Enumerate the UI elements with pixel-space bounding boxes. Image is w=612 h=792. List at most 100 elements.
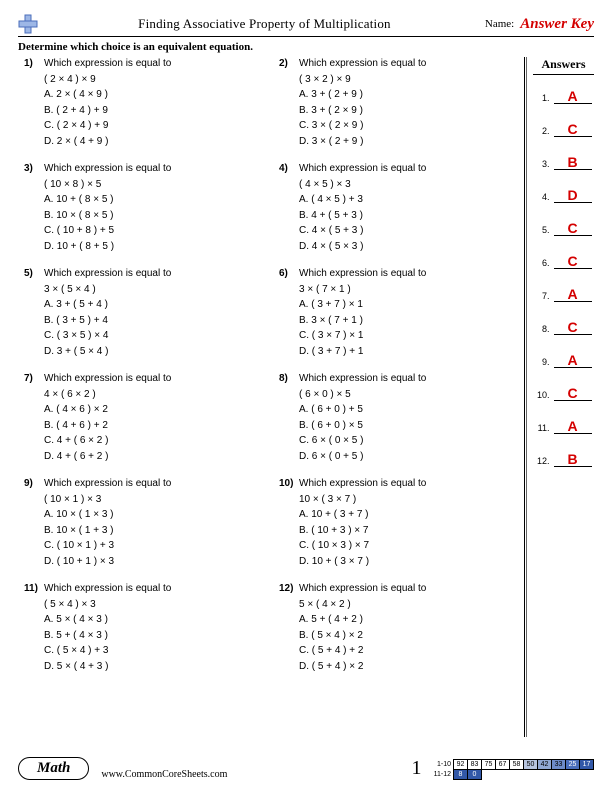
answer-line: 9.A <box>533 353 594 368</box>
question-body: Which expression is equal to3 × ( 5 × 4 … <box>44 267 171 360</box>
question-stem: Which expression is equal to <box>299 57 426 72</box>
score-cell: 25 <box>566 760 580 770</box>
question-expression: 5 × ( 4 × 2 ) <box>299 598 426 613</box>
choice-d: D. 10 + ( 8 + 5 ) <box>44 240 171 255</box>
questions-grid: 1)Which expression is equal to( 2 × 4 ) … <box>18 57 520 675</box>
choice-d: D. 3 × ( 2 + 9 ) <box>299 135 426 150</box>
choice-c: C. ( 2 × 4 ) + 9 <box>44 119 171 134</box>
question-stem: Which expression is equal to <box>44 582 171 597</box>
question-number: 6) <box>279 267 299 282</box>
answer-value: B <box>554 155 592 170</box>
choice-b: B. ( 3 + 5 ) + 4 <box>44 314 171 329</box>
answer-number: 6. <box>536 258 550 268</box>
choice-c: C. ( 3 × 5 ) × 4 <box>44 329 171 344</box>
answer-value: C <box>554 122 592 137</box>
score-cell-empty <box>552 770 566 780</box>
choice-d: D. 6 × ( 0 + 5 ) <box>299 450 426 465</box>
choice-b: B. ( 4 + 6 ) + 2 <box>44 419 171 434</box>
question-block: 7)Which expression is equal to4 × ( 6 × … <box>18 372 265 465</box>
answer-number: 1. <box>536 93 550 103</box>
answer-line: 5.C <box>533 221 594 236</box>
choice-a: A. ( 3 + 7 ) × 1 <box>299 298 426 313</box>
answer-line: 8.C <box>533 320 594 335</box>
score-cell: 50 <box>524 760 538 770</box>
score-cell-empty <box>496 770 510 780</box>
choice-d: D. 10 + ( 3 × 7 ) <box>299 555 426 570</box>
question-expression: ( 4 × 5 ) × 3 <box>299 178 426 193</box>
question-number: 9) <box>24 477 44 492</box>
score-cell-empty <box>482 770 496 780</box>
choice-b: B. 3 + ( 2 × 9 ) <box>299 104 426 119</box>
score-cell-empty <box>524 770 538 780</box>
question-body: Which expression is equal to10 × ( 3 × 7… <box>299 477 426 570</box>
name-label: Name: <box>485 18 514 30</box>
score-cell-empty <box>580 770 594 780</box>
choice-b: B. 3 × ( 7 + 1 ) <box>299 314 426 329</box>
choice-d: D. 2 × ( 4 + 9 ) <box>44 135 171 150</box>
instruction-text: Determine which choice is an equivalent … <box>18 39 594 57</box>
question-expression: ( 10 × 1 ) × 3 <box>44 493 171 508</box>
answer-key-label: Answer Key <box>520 16 594 33</box>
question-block: 1)Which expression is equal to( 2 × 4 ) … <box>18 57 265 150</box>
answers-list: 1.A2.C3.B4.D5.C6.C7.A8.C9.A10.C11.A12.B <box>533 89 594 467</box>
choice-d: D. ( 5 + 4 ) × 2 <box>299 660 426 675</box>
score-cell-empty <box>538 770 552 780</box>
answer-line: 12. B <box>533 452 594 467</box>
question-expression: ( 6 × 0 ) × 5 <box>299 388 426 403</box>
question-stem: Which expression is equal to <box>44 57 171 72</box>
answer-line: 7.A <box>533 287 594 302</box>
question-expression: ( 10 × 8 ) × 5 <box>44 178 171 193</box>
choice-b: B. ( 5 × 4 ) × 2 <box>299 629 426 644</box>
question-body: Which expression is equal to( 3 × 2 ) × … <box>299 57 426 150</box>
question-body: Which expression is equal to( 10 × 1 ) ×… <box>44 477 171 570</box>
score-cell: 0 <box>468 770 482 780</box>
question-stem: Which expression is equal to <box>44 372 171 387</box>
question-block: 4)Which expression is equal to( 4 × 5 ) … <box>273 162 520 255</box>
choice-a: A. 3 + ( 2 + 9 ) <box>299 88 426 103</box>
answer-number: 10. <box>536 390 550 400</box>
choice-d: D. ( 10 + 1 ) × 3 <box>44 555 171 570</box>
question-expression: ( 2 × 4 ) × 9 <box>44 73 171 88</box>
choice-a: A. 2 × ( 4 × 9 ) <box>44 88 171 103</box>
question-body: Which expression is equal to( 6 × 0 ) × … <box>299 372 426 465</box>
choice-a: A. 10 + ( 3 + 7 ) <box>299 508 426 523</box>
choice-d: D. 3 + ( 5 × 4 ) <box>44 345 171 360</box>
score-cell-empty <box>566 770 580 780</box>
choice-c: C. 4 × ( 5 + 3 ) <box>299 224 426 239</box>
question-expression: 10 × ( 3 × 7 ) <box>299 493 426 508</box>
answer-number: 12. <box>536 456 550 466</box>
question-number: 4) <box>279 162 299 177</box>
question-body: Which expression is equal to( 5 × 4 ) × … <box>44 582 171 675</box>
choice-b: B. ( 6 + 0 ) × 5 <box>299 419 426 434</box>
choice-a: A. 5 × ( 4 × 3 ) <box>44 613 171 628</box>
choice-d: D. ( 3 + 7 ) + 1 <box>299 345 426 360</box>
choice-c: C. ( 5 + 4 ) + 2 <box>299 644 426 659</box>
choice-c: C. 3 × ( 2 × 9 ) <box>299 119 426 134</box>
score-cell: 83 <box>468 760 482 770</box>
answer-value: A <box>554 89 592 104</box>
score-grid: 1-1092837567585042332517 11-1280 <box>432 759 595 780</box>
question-stem: Which expression is equal to <box>44 162 171 177</box>
question-number: 8) <box>279 372 299 387</box>
header: Finding Associative Property of Multipli… <box>18 14 594 37</box>
question-stem: Which expression is equal to <box>299 477 426 492</box>
question-number: 3) <box>24 162 44 177</box>
question-stem: Which expression is equal to <box>44 267 171 282</box>
answer-number: 8. <box>536 324 550 334</box>
question-body: Which expression is equal to( 10 × 8 ) ×… <box>44 162 171 255</box>
question-number: 5) <box>24 267 44 282</box>
question-number: 10) <box>279 477 299 492</box>
answer-line: 2.C <box>533 122 594 137</box>
question-number: 2) <box>279 57 299 72</box>
choice-d: D. 4 × ( 5 × 3 ) <box>299 240 426 255</box>
answer-line: 4.D <box>533 188 594 203</box>
question-block: 10)Which expression is equal to10 × ( 3 … <box>273 477 520 570</box>
answer-value: B <box>554 452 592 467</box>
question-number: 1) <box>24 57 44 72</box>
answer-value: C <box>554 221 592 236</box>
choice-a: A. ( 4 × 6 ) × 2 <box>44 403 171 418</box>
question-expression: 3 × ( 7 × 1 ) <box>299 283 426 298</box>
question-stem: Which expression is equal to <box>299 162 426 177</box>
score-row2-label: 11-12 <box>432 770 454 780</box>
question-number: 12) <box>279 582 299 597</box>
